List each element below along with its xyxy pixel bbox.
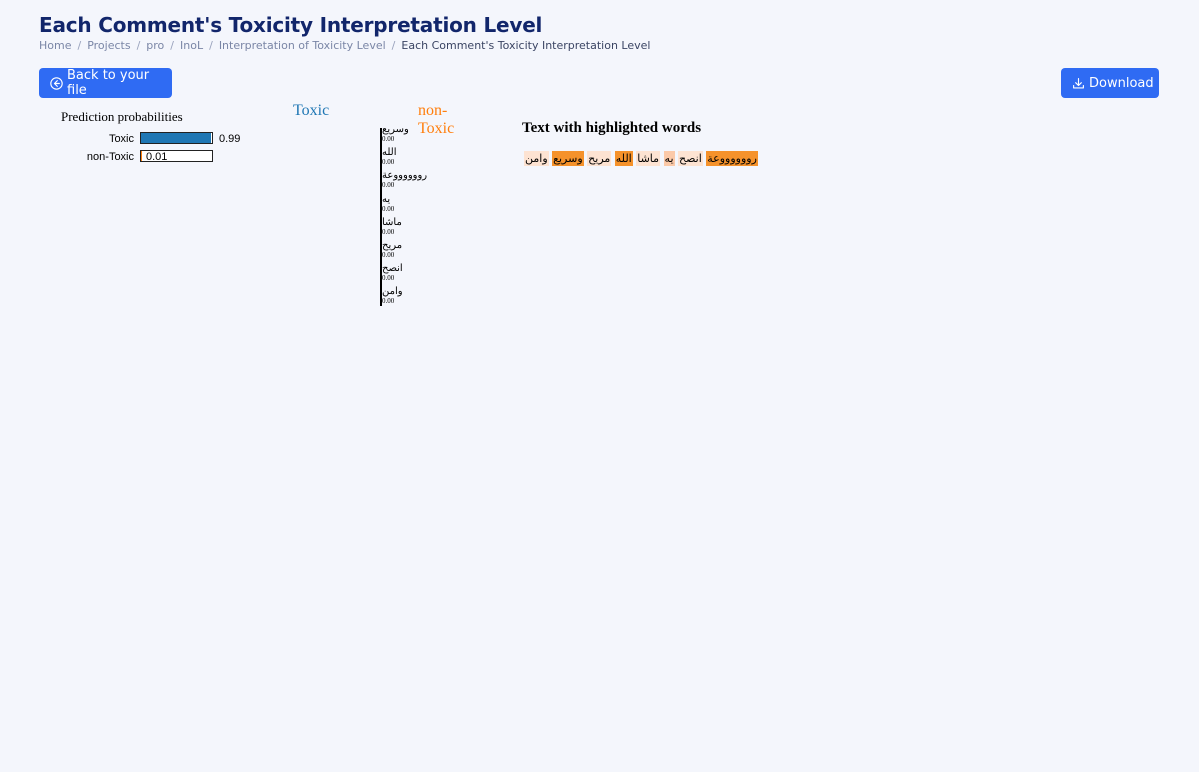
highlighted-word: وامن <box>524 151 549 166</box>
breadcrumb-projects[interactable]: Projects <box>87 39 130 52</box>
feature-word: انصح <box>382 263 403 275</box>
feature-value: 0.00 <box>382 274 395 283</box>
highlighted-word: انصح <box>678 151 703 166</box>
prob-bar-toxic <box>140 132 213 144</box>
feature-word: يه <box>382 193 391 205</box>
feature-word: ماشا <box>382 216 402 228</box>
breadcrumb-interpretation[interactable]: Interpretation of Toxicity Level <box>219 39 386 52</box>
feature-item: ماشا 0.00 <box>382 216 442 236</box>
breadcrumb: Home / Projects / pro / InoL / Interpretation of… <box>39 39 651 52</box>
feature-item: وامن 0.00 <box>382 286 442 306</box>
highlighted-word: يه <box>663 151 675 166</box>
feature-item: الله 0.00 <box>382 147 442 167</box>
feature-word: الله <box>382 147 397 159</box>
prob-bar-nontoxic: 0.01 <box>140 150 213 163</box>
prob-bar-fill-nontoxic <box>141 151 142 161</box>
highlighted-text: رووووووعة انصح يه ماشا الله مريح وسريع و… <box>524 151 758 166</box>
feature-word: وسريع <box>382 124 409 135</box>
feature-value: 0.00 <box>382 227 395 236</box>
page-title: Each Comment's Toxicity Interpretation L… <box>39 13 543 37</box>
highlighted-word: وسريع <box>552 151 584 166</box>
download-button[interactable]: Download <box>1061 68 1159 98</box>
breadcrumb-current: Each Comment's Toxicity Interpretation L… <box>401 39 651 52</box>
download-icon <box>1072 77 1085 90</box>
feature-value: 0.00 <box>382 181 395 190</box>
feature-value: 0.00 <box>382 251 395 259</box>
breadcrumb-file[interactable]: InoL <box>180 39 203 52</box>
circle-arrow-left-icon <box>50 76 63 90</box>
feature-item: رووووووعة 0.00 <box>382 170 442 190</box>
download-label: Download <box>1089 75 1154 91</box>
highlighted-word: ماشا <box>636 151 661 166</box>
prob-label-toxic: Toxic <box>108 133 134 145</box>
feature-word: وامن <box>382 286 403 298</box>
feature-value: 0.00 <box>382 297 395 306</box>
highlighted-word: مريح <box>587 151 612 166</box>
feature-item: يه 0.00 <box>382 193 442 213</box>
back-to-file-button[interactable]: Back to your file <box>39 68 172 98</box>
feature-value: 0.00 <box>382 158 395 167</box>
highlighted-word: الله <box>614 151 633 166</box>
feature-item: وسريع 0.00 <box>382 124 442 144</box>
feature-value: 0.00 <box>382 135 395 143</box>
feature-word: مريح <box>382 240 403 251</box>
prob-value-toxic: 0.99 <box>219 133 241 145</box>
feature-value: 0.00 <box>382 204 395 213</box>
prob-bar-fill-toxic <box>141 133 212 143</box>
breadcrumb-home[interactable]: Home <box>39 39 71 52</box>
prediction-probabilities-title: Prediction probabilities <box>61 109 183 124</box>
feature-word: رووووووعة <box>382 170 428 182</box>
prob-label-nontoxic: non-Toxic <box>86 151 134 163</box>
class-label-toxic: Toxic <box>293 102 330 119</box>
prob-value-nontoxic: 0.01 <box>146 151 168 163</box>
highlighted-word: رووووووعة <box>706 151 758 166</box>
back-to-file-label: Back to your file <box>67 68 150 98</box>
feature-item: مريح 0.00 <box>382 240 442 260</box>
feature-item: انصح 0.00 <box>382 263 442 283</box>
highlighted-text-title: Text with highlighted words <box>522 120 702 136</box>
breadcrumb-project[interactable]: pro <box>146 39 164 52</box>
